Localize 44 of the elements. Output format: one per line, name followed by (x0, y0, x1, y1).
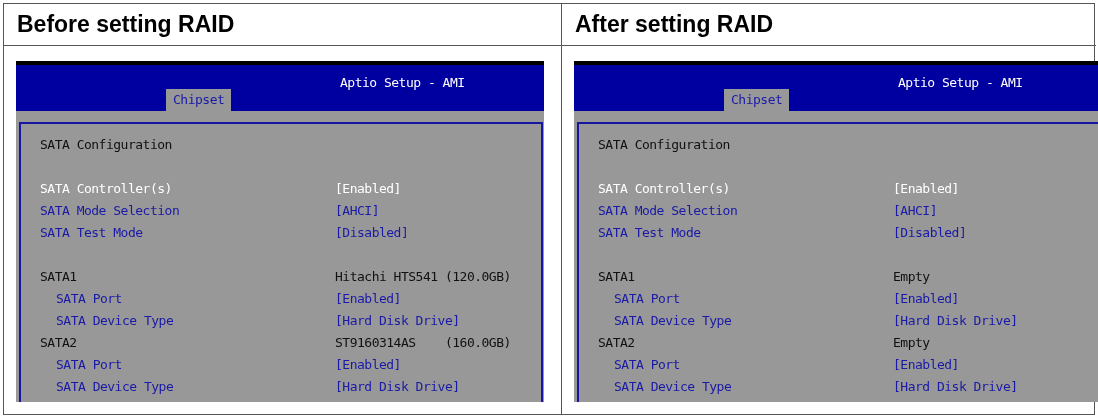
bios-title: Aptio Setup - AMI (898, 74, 1023, 92)
setting-value: [Disabled] (893, 224, 967, 242)
setting-value: [Enabled] (335, 290, 401, 308)
setting-label: SATA Port (613, 356, 681, 374)
setting-label: SATA2 (40, 334, 78, 352)
panel-heading: Before setting RAID (17, 10, 235, 40)
setting-value: [Enabled] (335, 356, 401, 374)
setting-value: [Hard Disk Drive] (335, 378, 460, 396)
setting-label: SATA Device Type (613, 378, 733, 396)
setting-value: [Hard Disk Drive] (893, 378, 1018, 396)
setting-label: SATA Mode Selection (40, 202, 181, 220)
bios-tab[interactable]: Chipset (724, 89, 790, 111)
setting-value: Hitachi HTS541 (120.0GB) (335, 268, 511, 286)
setting-label: SATA Mode Selection (598, 202, 739, 220)
setting-label: SATA Controller(s) (598, 180, 731, 198)
bios-title: Aptio Setup - AMI (340, 74, 465, 92)
setting-value: Empty (893, 334, 930, 352)
setting-value: [Enabled] (893, 180, 959, 198)
setting-value: [AHCI] (335, 202, 379, 220)
setting-value: Empty (893, 268, 930, 286)
setting-value: [Hard Disk Drive] (893, 312, 1018, 330)
section-title: SATA Configuration (598, 136, 731, 154)
setting-label: SATA Device Type (613, 312, 733, 330)
section-title: SATA Configuration (40, 136, 173, 154)
setting-label: SATA Test Mode (40, 224, 144, 242)
setting-label: SATA Controller(s) (40, 180, 173, 198)
setting-value: [Enabled] (893, 290, 959, 308)
setting-label: SATA1 (40, 268, 78, 286)
setting-value: ST9160314AS (160.0GB) (335, 334, 511, 352)
setting-value: [AHCI] (893, 202, 937, 220)
setting-label: SATA Device Type (55, 312, 175, 330)
setting-label: SATA Test Mode (598, 224, 702, 242)
setting-label: SATA Port (55, 290, 123, 308)
setting-label: SATA2 (598, 334, 636, 352)
bios-tab[interactable]: Chipset (166, 89, 232, 111)
setting-value: [Hard Disk Drive] (335, 312, 460, 330)
setting-label: SATA Port (55, 356, 123, 374)
setting-value: [Enabled] (893, 356, 959, 374)
panel-heading: After setting RAID (575, 10, 774, 40)
setting-label: SATA Device Type (55, 378, 175, 396)
setting-value: [Disabled] (335, 224, 409, 242)
setting-value: [Enabled] (335, 180, 401, 198)
setting-label: SATA Port (613, 290, 681, 308)
setting-label: SATA1 (598, 268, 636, 286)
